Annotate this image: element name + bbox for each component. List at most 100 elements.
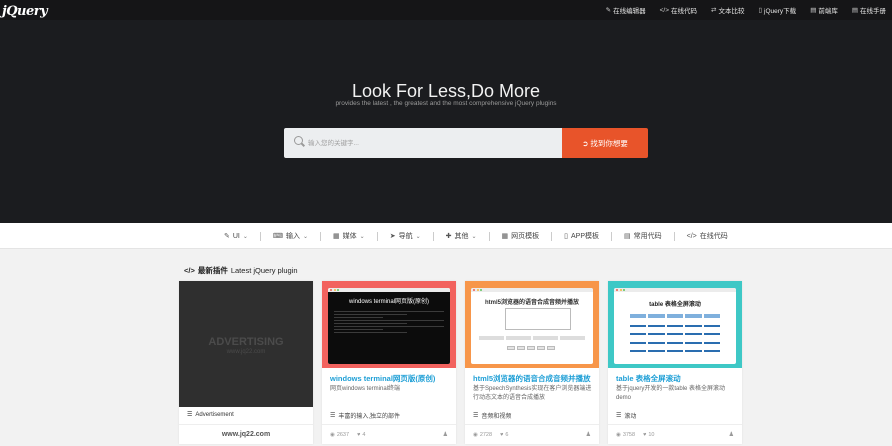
- topnav-label: 在线手册: [860, 8, 886, 15]
- eye-icon: ◉: [616, 431, 621, 438]
- views-count: 2637: [336, 431, 350, 438]
- topnav-label: 在线编辑器: [613, 8, 646, 15]
- section-title-cn: 最新插件: [197, 266, 228, 275]
- category-label: 在线代码: [699, 233, 728, 240]
- card-thumbnail[interactable]: windows terminal网页版(原创): [322, 281, 456, 368]
- card-title[interactable]: table 表格全屏滚动: [616, 373, 738, 384]
- category-online-code[interactable]: </> 在线代码: [687, 231, 728, 241]
- thumb-title: html5浏览器的语音合成音频并播放: [484, 300, 579, 306]
- plugin-card[interactable]: windows terminal网页版(原创) windows terminal…: [322, 281, 456, 444]
- brush-icon: ✎: [224, 233, 230, 240]
- likes-count: 10: [648, 431, 655, 438]
- search-input[interactable]: [308, 136, 548, 150]
- category-bar: ✎ UI ⌄ ⌨ 输入 ⌄ ▦ 媒体 ⌄ ➤ 导航 ⌄ ✚ 其他 ⌄ ▦ 网页模板 ▯ APP模板 ▤ 常…: [0, 223, 892, 249]
- search-button[interactable]: ➲ 找到你想要: [562, 128, 648, 158]
- topnav-label: 在线代码: [671, 8, 697, 15]
- card-footer: ◉ 2728 ♥ 6 ♟: [465, 424, 599, 444]
- category-label: 导航: [398, 233, 413, 240]
- chevron-down-icon: ⌄: [471, 233, 477, 240]
- heart-icon: ♥: [357, 431, 361, 438]
- thumb-title: windows terminal网页版(原创): [348, 299, 429, 305]
- user-icon[interactable]: ♟: [729, 431, 734, 438]
- views-stat: ◉ 2637: [330, 432, 349, 438]
- topnav-frontend-library[interactable]: ▤ 前端库: [810, 5, 838, 15]
- thumb-controls: [479, 336, 585, 340]
- section-title-en: Latest jQuery plugin: [230, 266, 298, 275]
- chevron-down-icon: ⌄: [303, 233, 309, 240]
- category-label: 常用代码: [633, 233, 662, 240]
- list-icon: ☰: [473, 413, 479, 419]
- library-icon: ▤: [810, 7, 817, 14]
- mobile-icon: ▯: [564, 233, 568, 240]
- category-label: UI: [232, 232, 240, 240]
- ad-label: ☰ Advertisement: [187, 411, 234, 419]
- topnav-text-compare[interactable]: ⇄ 文本比较: [711, 5, 744, 15]
- user-icon[interactable]: ♟: [586, 431, 591, 438]
- card-tag[interactable]: ☰ 滚动: [616, 411, 636, 420]
- eye-icon: ◉: [330, 431, 335, 438]
- card-tag[interactable]: ☰ 音频和视频: [473, 411, 511, 420]
- card-footer: ◉ 3758 ♥ 10 ♟: [608, 424, 742, 444]
- topnav-label: 前端库: [818, 8, 838, 15]
- likes-count: 6: [505, 431, 509, 438]
- doc-icon: ▤: [851, 7, 858, 14]
- category-label: 媒体: [342, 233, 357, 240]
- window-bar: [471, 288, 593, 292]
- views-count: 2728: [479, 431, 493, 438]
- category-common-code[interactable]: ▤ 常用代码: [624, 231, 662, 241]
- category-media[interactable]: ▦ 媒体 ⌄: [333, 231, 365, 241]
- divider: [488, 231, 490, 241]
- category-navigation[interactable]: ➤ 导航 ⌄: [390, 231, 421, 241]
- user-icon[interactable]: ♟: [443, 431, 448, 438]
- eye-icon: ◉: [473, 431, 478, 438]
- topnav-online-code[interactable]: </> 在线代码: [660, 5, 697, 16]
- card-title[interactable]: html5浏览器的语音合成音频并播放: [473, 373, 595, 384]
- category-input[interactable]: ⌨ 输入 ⌄: [273, 231, 308, 241]
- list-icon: ☰: [616, 413, 622, 419]
- site-logo[interactable]: jQuery: [2, 2, 48, 19]
- window-bar: [614, 288, 736, 292]
- likes-stat: ♥ 4: [357, 432, 365, 438]
- category-other[interactable]: ✚ 其他 ⌄: [446, 231, 477, 241]
- views-count: 3758: [622, 431, 636, 438]
- category-ui[interactable]: ✎ UI ⌄: [224, 232, 248, 241]
- grid-icon: ▦: [501, 233, 509, 240]
- plugin-card[interactable]: table 表格全屏滚动 table 表格全屏滚动 基于jquery开发的一款t…: [608, 281, 742, 444]
- card-tag[interactable]: ☰ 丰富的输入,独立的部件: [330, 411, 400, 420]
- divider: [320, 231, 322, 241]
- thumb-window: html5浏览器的语音合成音频并播放: [471, 288, 593, 364]
- card-title[interactable]: windows terminal网页版(原创): [330, 373, 452, 384]
- category-app-templates[interactable]: ▯ APP模板: [564, 231, 599, 241]
- likes-stat: ♥ 6: [500, 432, 508, 438]
- topnav-online-manual[interactable]: ▤ 在线手册: [852, 5, 886, 15]
- divider: [611, 231, 613, 241]
- edit-icon: ✎: [605, 7, 612, 14]
- section-title: </> 最新插件 Latest jQuery plugin: [184, 265, 298, 276]
- keyboard-icon: ⌨: [272, 233, 284, 240]
- logo-text: jQuery: [2, 4, 48, 19]
- list-icon: ☰: [330, 413, 336, 419]
- list-icon: ☰: [187, 412, 193, 418]
- category-label: 输入: [286, 233, 301, 240]
- arrow-circle-icon: ➲: [582, 138, 589, 148]
- divider: [432, 231, 434, 241]
- category-label: 其他: [454, 233, 469, 240]
- card-description: 基于jquery开发的一款table 表格全屏滚动demo: [616, 386, 726, 401]
- film-icon: ▦: [333, 233, 340, 240]
- topnav-online-editor[interactable]: ✎ 在线编辑器: [606, 5, 646, 15]
- card-thumbnail[interactable]: html5浏览器的语音合成音频并播放: [465, 281, 599, 368]
- card-thumbnail[interactable]: table 表格全屏滚动: [608, 281, 742, 368]
- top-bar: jQuery ✎ 在线编辑器 </> 在线代码 ⇄ 文本比较 ▯ jQuery下载 ▤ 前…: [0, 0, 892, 20]
- ad-small-text: www.jq22.com: [226, 349, 266, 355]
- category-web-templates[interactable]: ▦ 网页模板: [502, 231, 540, 241]
- card-tag-text: 丰富的输入,独立的部件: [338, 414, 401, 420]
- plugin-card[interactable]: html5浏览器的语音合成音频并播放 html5浏览器的语音合成音频并播放 基于…: [465, 281, 599, 444]
- ad-image[interactable]: ADVERTISING www.jq22.com: [179, 281, 313, 407]
- plane-icon: ➤: [389, 233, 396, 240]
- likes-stat: ♥ 10: [643, 432, 654, 438]
- topnav-jquery-download[interactable]: ▯ jQuery下载: [758, 5, 796, 15]
- ad-card[interactable]: ADVERTISING www.jq22.com ☰ Advertisement…: [179, 281, 313, 444]
- compare-icon: ⇄: [711, 7, 717, 14]
- ad-footer-link[interactable]: www.jq22.com: [179, 424, 313, 444]
- likes-count: 4: [362, 431, 366, 438]
